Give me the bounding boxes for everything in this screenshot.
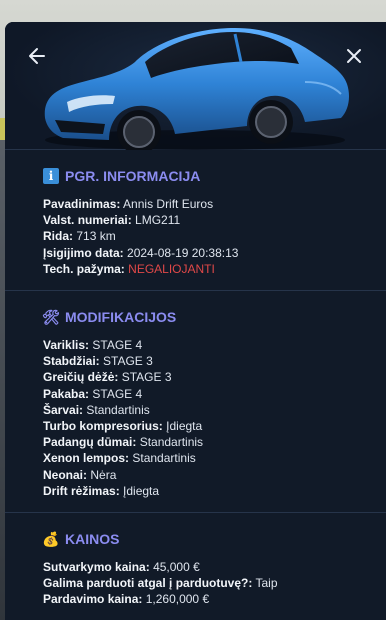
mod-row: Drift rėžimas: Įdiegta bbox=[43, 483, 370, 499]
info-row: Tech. pažyma: NEGALIOJANTI bbox=[43, 261, 370, 277]
money-bag-icon: 💰 bbox=[42, 530, 60, 547]
row-value: Standartinis bbox=[132, 451, 196, 466]
row-label: Padangų dūmai: bbox=[43, 435, 137, 450]
row-value: 2024-08-19 20:38:13 bbox=[127, 245, 239, 260]
mods-title-text: MODIFIKACIJOS bbox=[65, 309, 177, 325]
row-value: LMG211 bbox=[135, 213, 181, 228]
inspection-status-badge: NEGALIOJANTI bbox=[128, 261, 215, 276]
row-value: STAGE 4 bbox=[92, 386, 143, 401]
row-label: Neonai: bbox=[43, 467, 88, 482]
row-value: Annis Drift Euros bbox=[123, 197, 214, 211]
mod-row: Neonai: Nėra bbox=[43, 467, 370, 483]
row-value: 713 km bbox=[76, 229, 116, 244]
prices-title-text: KAINOS bbox=[65, 531, 120, 547]
mod-row: Padangų dūmai: Standartinis bbox=[43, 434, 370, 450]
info-title-text: PGR. INFORMACIJA bbox=[65, 168, 201, 184]
row-label: Variklis: bbox=[43, 338, 90, 352]
arrow-left-icon bbox=[29, 48, 45, 64]
info-row: Valst. numeriai: LMG211 bbox=[43, 212, 370, 228]
row-label: Turbo kompresorius: bbox=[43, 419, 163, 434]
row-label: Stabdžiai: bbox=[43, 354, 100, 369]
tools-icon: 🛠 bbox=[42, 308, 60, 325]
price-row: Sutvarkymo kaina: 45,000 € bbox=[43, 559, 370, 575]
mods-section: 🛠 MODIFIKACIJOS Variklis: STAGE 4 Stabdž… bbox=[5, 291, 386, 513]
row-value: 1,260,000 € bbox=[145, 592, 210, 607]
row-value: STAGE 3 bbox=[121, 370, 172, 385]
mod-row: Turbo kompresorius: Įdiegta bbox=[43, 418, 370, 434]
mod-row: Stabdžiai: STAGE 3 bbox=[43, 353, 370, 369]
row-label: Įsigijimo data: bbox=[43, 245, 124, 260]
info-icon: i bbox=[43, 168, 59, 184]
row-label: Šarvai: bbox=[43, 402, 84, 417]
info-section: i PGR. INFORMACIJA Pavadinimas: Annis Dr… bbox=[5, 150, 386, 291]
mod-row: Šarvai: Standartinis bbox=[43, 402, 370, 418]
row-label: Xenon lempos: bbox=[43, 451, 130, 466]
row-label: Galima parduoti atgal į parduotuvę?: bbox=[43, 576, 253, 591]
vehicle-info-panel: i PGR. INFORMACIJA Pavadinimas: Annis Dr… bbox=[5, 22, 386, 620]
close-icon bbox=[347, 49, 361, 63]
row-value: Standartinis bbox=[86, 402, 150, 417]
row-label: Drift rėžimas: bbox=[43, 483, 120, 498]
price-row: Pardavimo kaina: 1,260,000 € bbox=[43, 591, 370, 607]
row-label: Tech. pažyma: bbox=[43, 261, 125, 276]
row-label: Pavadinimas: bbox=[43, 197, 121, 211]
row-label: Pakaba: bbox=[43, 386, 90, 401]
row-label: Valst. numeriai: bbox=[43, 213, 132, 228]
mods-section-title: 🛠 MODIFIKACIJOS bbox=[42, 308, 370, 326]
price-row: Galima parduoti atgal į parduotuvę?: Tai… bbox=[43, 575, 370, 591]
row-value: 45,000 € bbox=[153, 560, 200, 574]
row-label: Greičių dėžė: bbox=[43, 370, 119, 385]
row-value: Taip bbox=[255, 576, 278, 591]
row-label: Pardavimo kaina: bbox=[43, 592, 143, 607]
mod-row: Variklis: STAGE 4 bbox=[43, 337, 370, 353]
info-row: Įsigijimo data: 2024-08-19 20:38:13 bbox=[43, 245, 370, 261]
row-value: Standartinis bbox=[139, 435, 204, 450]
row-value: Įdiegta bbox=[123, 483, 160, 498]
info-section-title: i PGR. INFORMACIJA bbox=[43, 168, 370, 184]
prices-section-title: 💰 KAINOS bbox=[42, 530, 370, 548]
vehicle-image bbox=[44, 28, 349, 150]
row-value: Įdiegta bbox=[166, 419, 203, 434]
row-label: Rida: bbox=[43, 229, 73, 244]
vehicle-image-area bbox=[5, 22, 386, 150]
row-value: STAGE 3 bbox=[103, 354, 153, 369]
info-row: Pavadinimas: Annis Drift Euros bbox=[43, 196, 370, 212]
row-label: Sutvarkymo kaina: bbox=[43, 560, 150, 574]
mod-row: Xenon lempos: Standartinis bbox=[43, 450, 370, 466]
row-value: STAGE 4 bbox=[92, 338, 143, 352]
row-value: Nėra bbox=[90, 467, 117, 482]
close-button[interactable] bbox=[340, 42, 368, 70]
mod-row: Pakaba: STAGE 4 bbox=[43, 386, 370, 402]
back-button[interactable] bbox=[23, 42, 51, 70]
info-row: Rida: 713 km bbox=[43, 228, 370, 244]
mod-row: Greičių dėžė: STAGE 3 bbox=[43, 369, 370, 385]
prices-section: 💰 KAINOS Sutvarkymo kaina: 45,000 € Gali… bbox=[5, 513, 386, 620]
